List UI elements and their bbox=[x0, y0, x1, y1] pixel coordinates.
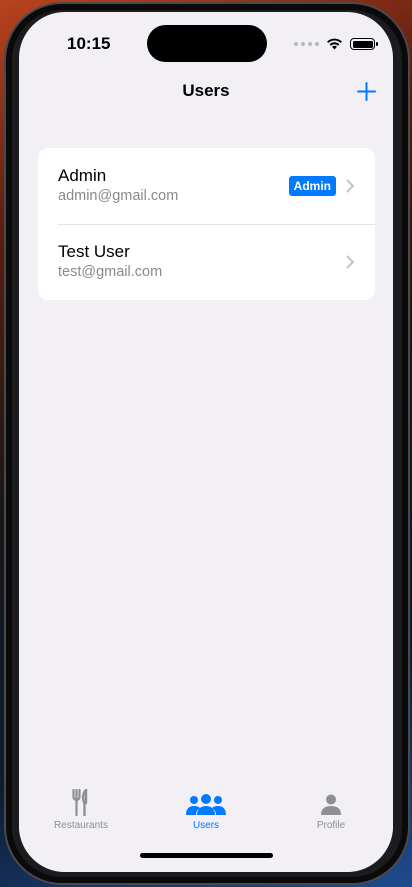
admin-badge: Admin bbox=[288, 176, 336, 196]
wifi-icon bbox=[327, 38, 342, 50]
screen: 10:15 Users Admin admin@gmail.com Admin bbox=[19, 12, 393, 872]
user-email: admin@gmail.com bbox=[58, 188, 179, 204]
tab-users[interactable]: Users bbox=[156, 788, 256, 831]
status-icons bbox=[294, 38, 378, 50]
tab-label: Restaurants bbox=[54, 820, 108, 831]
plus-icon bbox=[356, 81, 376, 101]
user-row-admin[interactable]: Admin admin@gmail.com Admin bbox=[38, 148, 375, 224]
user-text: Admin admin@gmail.com bbox=[58, 166, 289, 206]
status-time: 10:15 bbox=[67, 34, 111, 53]
user-text: Test User test@gmail.com bbox=[58, 242, 346, 282]
tab-label: Profile bbox=[316, 820, 346, 831]
tab-profile[interactable]: Profile bbox=[281, 788, 381, 831]
person-icon bbox=[281, 788, 381, 816]
tab-restaurants[interactable]: Restaurants bbox=[31, 788, 131, 831]
user-email: test@gmail.com bbox=[58, 264, 163, 280]
add-user-button[interactable] bbox=[351, 76, 381, 106]
battery-icon bbox=[350, 38, 378, 50]
user-list: Admin admin@gmail.com Admin Test User te… bbox=[38, 148, 375, 300]
chevron-right-icon bbox=[346, 179, 354, 193]
cellular-signal-icon bbox=[294, 42, 319, 46]
people-icon bbox=[156, 788, 256, 816]
user-row-test-user[interactable]: Test User test@gmail.com bbox=[38, 224, 375, 300]
user-name: Admin bbox=[58, 166, 107, 185]
user-name: Test User bbox=[58, 242, 130, 261]
chevron-right-icon bbox=[346, 255, 354, 269]
page-title: Users bbox=[182, 81, 230, 100]
fork-knife-icon bbox=[31, 788, 131, 816]
dynamic-island bbox=[147, 25, 267, 62]
tab-label: Users bbox=[192, 820, 220, 831]
home-indicator bbox=[140, 853, 273, 858]
